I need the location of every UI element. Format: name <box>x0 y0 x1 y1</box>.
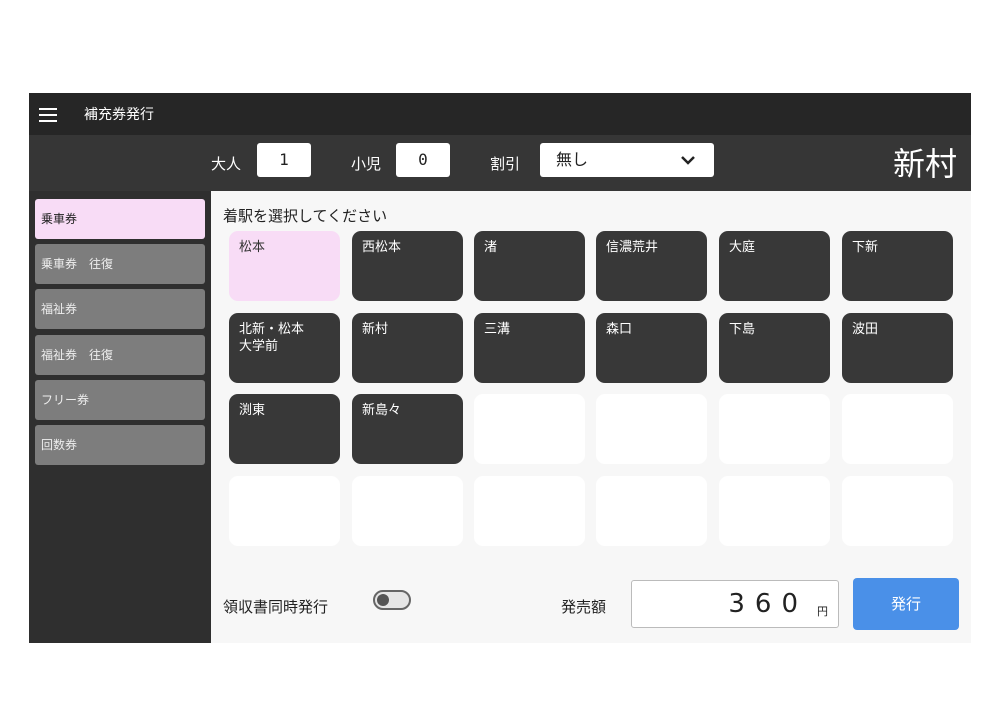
adult-label: 大人 <box>211 155 242 173</box>
station-tile[interactable]: 三溝 <box>474 313 585 383</box>
station-tile[interactable]: 北新・松本 大学前 <box>229 313 340 383</box>
issue-button[interactable]: 発行 <box>853 578 959 630</box>
station-tile[interactable]: 森口 <box>596 313 707 383</box>
station-tile[interactable]: 松本 <box>229 231 340 301</box>
app-window: 補充券発行 大人 1 小児 0 割引 無し 新村 乗車券 乗車券 往復 福祉券 … <box>29 93 971 643</box>
sidebar-item-welfare-ticket-roundtrip[interactable]: 福祉券 往復 <box>35 335 205 375</box>
chevron-down-icon <box>681 156 695 165</box>
station-tile[interactable]: 下島 <box>719 313 830 383</box>
station-tile[interactable]: 西松本 <box>352 231 463 301</box>
main-panel: 着駅を選択してください 松本 西松本 渚 信濃荒井 大庭 下新 北新・松本 大学… <box>211 191 971 643</box>
receipt-label: 領収書同時発行 <box>223 598 329 616</box>
control-bar: 大人 1 小児 0 割引 無し 新村 <box>29 135 971 191</box>
sidebar-item-boarding-ticket[interactable]: 乗車券 <box>35 199 205 239</box>
station-tile[interactable]: 大庭 <box>719 231 830 301</box>
discount-select[interactable]: 無し <box>540 143 714 177</box>
amount-display: 360 円 <box>631 580 839 628</box>
empty-tile <box>352 476 463 546</box>
empty-tile <box>719 476 830 546</box>
app-title: 補充券発行 <box>84 107 154 123</box>
empty-tile <box>842 394 953 464</box>
receipt-toggle[interactable] <box>373 590 411 610</box>
discount-value: 無し <box>556 150 589 169</box>
discount-label: 割引 <box>490 155 521 173</box>
destination-prompt: 着駅を選択してください <box>223 207 388 225</box>
station-tile[interactable]: 下新 <box>842 231 953 301</box>
empty-tile <box>596 476 707 546</box>
empty-tile <box>596 394 707 464</box>
hamburger-menu-icon[interactable] <box>39 108 57 122</box>
empty-tile <box>474 394 585 464</box>
ticket-type-sidebar: 乗車券 乗車券 往復 福祉券 福祉券 往復 フリー券 回数券 <box>29 191 211 643</box>
station-tile[interactable]: 渚 <box>474 231 585 301</box>
amount-label: 発売額 <box>561 598 607 616</box>
sidebar-item-welfare-ticket[interactable]: 福祉券 <box>35 289 205 329</box>
amount-unit: 円 <box>817 605 828 618</box>
child-label: 小児 <box>351 155 382 173</box>
station-tile[interactable]: 新村 <box>352 313 463 383</box>
amount-value: 360 <box>728 589 808 619</box>
station-tile[interactable]: 新島々 <box>352 394 463 464</box>
toggle-knob <box>377 594 389 606</box>
empty-tile <box>719 394 830 464</box>
sidebar-item-boarding-ticket-roundtrip[interactable]: 乗車券 往復 <box>35 244 205 284</box>
empty-tile <box>842 476 953 546</box>
adult-count-field[interactable]: 1 <box>257 143 311 177</box>
station-tile[interactable]: 信濃荒井 <box>596 231 707 301</box>
sidebar-item-coupon-ticket[interactable]: 回数券 <box>35 425 205 465</box>
child-count-field[interactable]: 0 <box>396 143 450 177</box>
current-station-name: 新村 <box>892 145 957 183</box>
station-tile[interactable]: 波田 <box>842 313 953 383</box>
empty-tile <box>229 476 340 546</box>
station-tile[interactable]: 渕東 <box>229 394 340 464</box>
sidebar-item-free-pass[interactable]: フリー券 <box>35 380 205 420</box>
empty-tile <box>474 476 585 546</box>
title-bar: 補充券発行 <box>29 93 971 135</box>
